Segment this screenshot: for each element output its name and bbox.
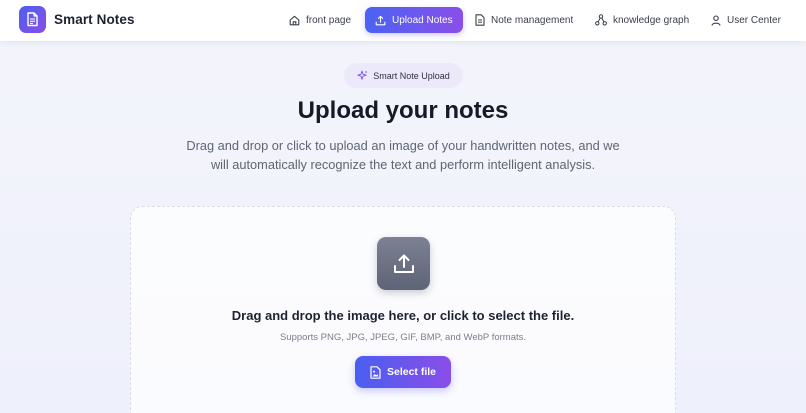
supported-formats-text: Supports PNG, JPG, JPEG, GIF, BMP, and W… [279,332,527,343]
nav-user-center[interactable]: User Center [701,7,791,33]
image-file-icon [370,365,381,379]
app-brand-name[interactable]: Smart Notes [54,12,135,27]
badge-label: Smart Note Upload [373,70,450,81]
home-icon [289,15,300,25]
dropzone-heading: Drag and drop the image here, or click t… [231,308,575,323]
upload-icon [393,254,414,273]
page-title: Upload your notes [297,97,509,124]
nav-note-management[interactable]: Note management [465,7,583,33]
upload-icon [375,15,386,25]
smart-upload-badge: Smart Note Upload [344,63,463,88]
nav-label: knowledge graph [613,14,690,26]
nav-label: User Center [727,14,781,26]
select-file-button[interactable]: Select file [355,356,451,388]
nav-label: front page [306,14,352,26]
nav-knowledge-graph[interactable]: knowledge graph [585,7,699,33]
nav-upload-notes[interactable]: Upload Notes [365,7,463,33]
user-icon [711,14,721,26]
app-logo[interactable] [19,6,46,33]
select-file-label: Select file [386,366,437,378]
nav-label: Upload Notes [392,14,453,26]
note-icon [27,12,38,27]
nav-label: Note management [491,14,574,26]
nav-front-page[interactable]: front page [279,7,361,33]
sparkle-icon [357,70,368,80]
upload-tile[interactable] [377,237,430,290]
page-subtitle: Drag and drop or click to upload an imag… [186,138,620,172]
top-navbar: Smart Notes front page Upload Notes Note… [0,0,806,41]
document-icon [475,14,485,26]
graph-icon [595,14,607,26]
